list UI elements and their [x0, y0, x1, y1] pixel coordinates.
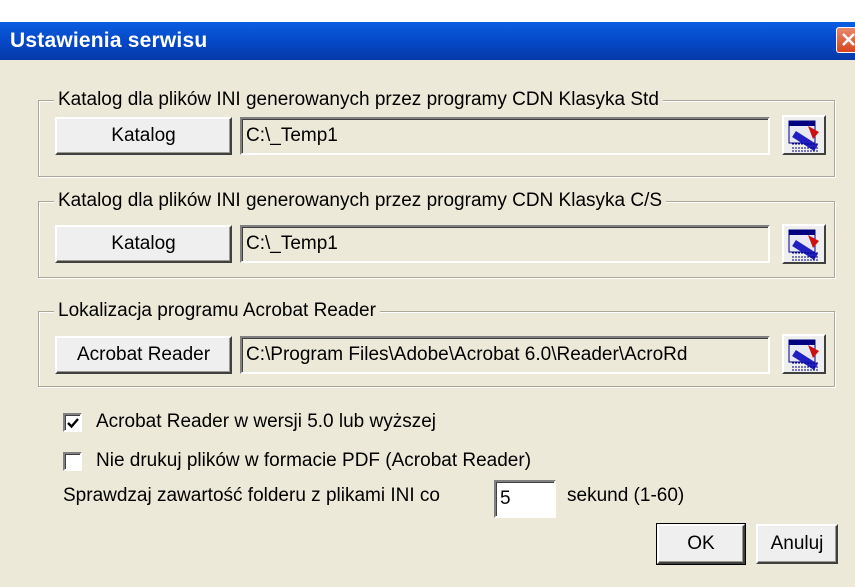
ok-button[interactable]: OK — [656, 523, 746, 565]
interval-unit-label: sekund (1-60) — [567, 485, 685, 506]
close-button[interactable] — [836, 27, 855, 53]
no-print-pdf-checkbox[interactable] — [63, 452, 82, 471]
katalog-cs-button[interactable]: Katalog — [55, 225, 232, 263]
katalog-cs-path-field[interactable]: C:\_Temp1 — [240, 225, 770, 263]
cancel-button[interactable]: Anuluj — [756, 524, 838, 564]
group-acrobat-legend: Lokalizacja programu Acrobat Reader — [54, 299, 380, 323]
katalog-std-button[interactable]: Katalog — [55, 117, 232, 155]
no-print-pdf-label: Nie drukuj plików w formacie PDF (Acroba… — [96, 450, 532, 471]
acrobat5-label: Acrobat Reader w wersji 5.0 lub wyższej — [96, 411, 437, 432]
katalog-std-path-field[interactable]: C:\_Temp1 — [240, 117, 770, 155]
window-title: Ustawienia serwisu — [10, 29, 208, 52]
browse-folder-icon — [788, 120, 819, 152]
browse-acrobat-button[interactable] — [782, 334, 826, 374]
browse-folder-icon — [788, 339, 819, 371]
acrobat5-checkbox[interactable] — [63, 413, 82, 432]
interval-input[interactable]: 5 — [494, 480, 556, 518]
browse-folder-icon — [788, 229, 819, 261]
group-ini-cs-legend: Katalog dla plików INI generowanych prze… — [54, 189, 667, 213]
acrobat-reader-button[interactable]: Acrobat Reader — [55, 336, 232, 374]
browse-std-button[interactable] — [782, 115, 826, 155]
interval-label: Sprawdzaj zawartość folderu z plikami IN… — [63, 485, 440, 506]
group-ini-std-legend: Katalog dla plików INI generowanych prze… — [54, 88, 663, 112]
close-icon — [842, 33, 855, 46]
browse-cs-button[interactable] — [782, 224, 826, 264]
checkmark-icon — [67, 418, 79, 429]
acrobat-path-field[interactable]: C:\Program Files\Adobe\Acrobat 6.0\Reade… — [240, 336, 770, 374]
